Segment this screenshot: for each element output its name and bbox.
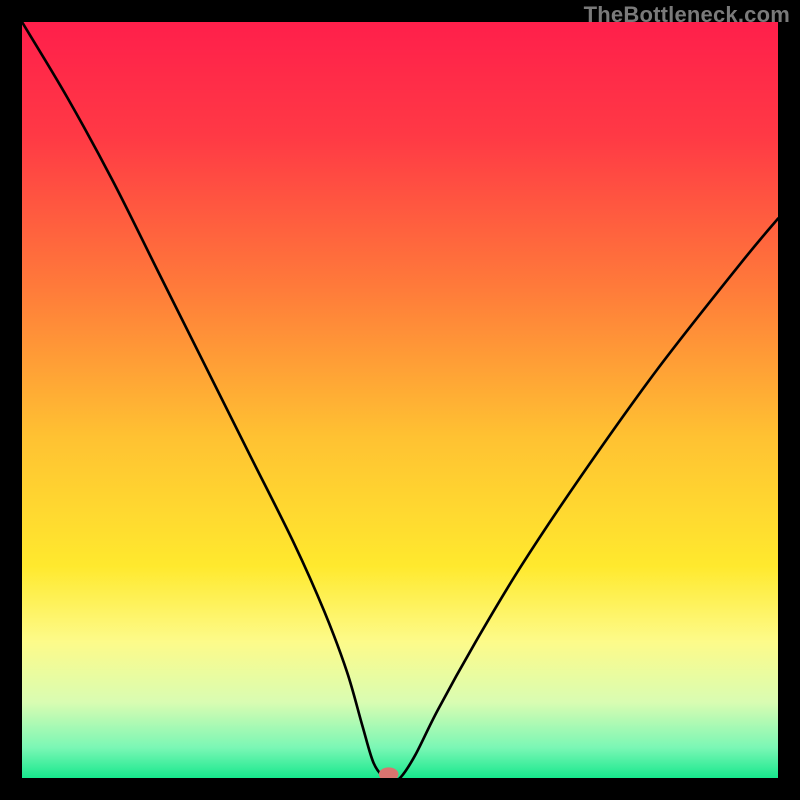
plot-area [22,22,778,778]
bottleneck-chart [22,22,778,778]
chart-frame: TheBottleneck.com [0,0,800,800]
gradient-background [22,22,778,778]
